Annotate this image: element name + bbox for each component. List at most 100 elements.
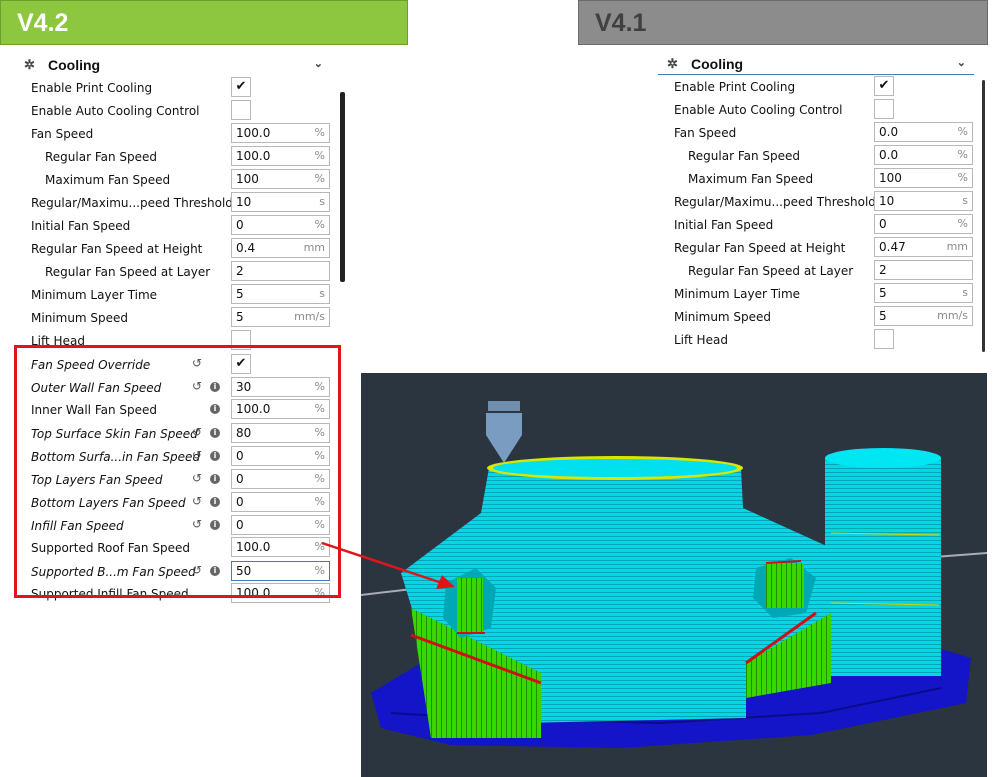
setting-row: Minimum Speed 5 mm/s	[674, 305, 973, 328]
setting-unit: %	[314, 172, 325, 185]
highlight-box	[14, 345, 341, 598]
setting-unit: mm/s	[937, 309, 968, 322]
setting-input[interactable]: 0.4 mm	[231, 238, 330, 258]
setting-input[interactable]: 5 mm/s	[874, 306, 973, 326]
setting-value: 0.47	[879, 240, 906, 254]
category-header-cooling[interactable]: ✲ Cooling ⌄	[15, 54, 331, 76]
setting-row: Minimum Layer Time 5 s	[31, 283, 330, 306]
setting-input[interactable]: 0%	[874, 214, 973, 234]
setting-unit: %	[957, 125, 968, 138]
setting-value: 100	[879, 171, 902, 185]
setting-row: Fan Speed 100.0%	[31, 122, 330, 145]
setting-row: Minimum Speed 5 mm/s	[31, 306, 330, 329]
setting-input[interactable]: 100.0%	[231, 123, 330, 143]
setting-label: Regular/Maximu...peed Threshold	[674, 194, 876, 209]
setting-value: 5	[879, 286, 887, 300]
setting-input[interactable]: 2	[231, 261, 330, 281]
setting-input[interactable]: 5s	[874, 283, 973, 303]
setting-unit: mm/s	[294, 310, 325, 323]
setting-input[interactable]: 100%	[231, 169, 330, 189]
setting-unit: %	[314, 149, 325, 162]
setting-label: Minimum Speed	[674, 309, 772, 324]
setting-row: Enable Auto Cooling Control	[31, 99, 330, 122]
setting-input[interactable]: 10 s	[231, 192, 330, 212]
setting-unit: %	[957, 217, 968, 230]
setting-row: Enable Print Cooling ✔	[674, 75, 973, 98]
setting-label: Regular Fan Speed at Height	[674, 240, 846, 255]
setting-value: 0.0	[879, 125, 899, 139]
setting-input[interactable]: 5s	[231, 284, 330, 304]
setting-row: Minimum Layer Time 5 s	[674, 282, 973, 305]
setting-label: Enable Print Cooling	[31, 80, 153, 95]
setting-checkbox[interactable]: ✔	[874, 76, 894, 96]
setting-unit: s	[319, 287, 325, 300]
setting-value: 100.0	[236, 126, 271, 140]
setting-unit: s	[962, 286, 968, 299]
setting-value: 2	[236, 264, 244, 278]
setting-label: Regular Fan Speed	[45, 149, 158, 164]
setting-unit: s	[962, 194, 968, 207]
setting-row: Regular Fan Speed 100.0%	[31, 145, 330, 168]
category-title: Cooling	[48, 57, 101, 73]
fan-icon: ✲	[24, 57, 35, 72]
setting-row: Maximum Fan Speed 100%	[674, 167, 973, 190]
setting-row: Regular Fan Speed at Layer 2	[674, 259, 973, 282]
setting-value: 100	[236, 172, 259, 186]
scrollbar[interactable]	[340, 92, 345, 282]
fan-icon: ✲	[667, 55, 678, 71]
setting-checkbox[interactable]	[231, 100, 251, 120]
setting-unit: s	[319, 195, 325, 208]
setting-checkbox[interactable]: ✔	[231, 77, 251, 97]
setting-row: Enable Print Cooling ✔	[31, 76, 330, 99]
setting-row: Initial Fan Speed 0%	[31, 214, 330, 237]
setting-label: Regular Fan Speed at Layer	[45, 264, 211, 279]
setting-input[interactable]: 0.0%	[874, 122, 973, 142]
setting-value: 0	[236, 218, 244, 232]
setting-label: Regular/Maximu...peed Threshold	[31, 195, 233, 210]
setting-label: Enable Print Cooling	[674, 79, 796, 94]
setting-label: Lift Head	[674, 332, 728, 347]
setting-row: Lift Head	[674, 328, 973, 351]
setting-value: 100.0	[236, 149, 271, 163]
scrollbar[interactable]	[982, 80, 985, 352]
setting-value: 0.0	[879, 148, 899, 162]
setting-row: Regular Fan Speed at Height 0.47 mm	[674, 236, 973, 259]
setting-row: Regular/Maximu...peed Threshold 10 s	[31, 191, 330, 214]
setting-unit: mm	[303, 241, 325, 254]
setting-input[interactable]: 0%	[231, 215, 330, 235]
setting-input[interactable]: 2	[874, 260, 973, 280]
chevron-down-icon[interactable]: ⌄	[957, 56, 966, 69]
setting-input[interactable]: 10 s	[874, 191, 973, 211]
setting-value: 2	[879, 263, 887, 277]
setting-input[interactable]: 5 mm/s	[231, 307, 330, 327]
setting-label: Initial Fan Speed	[674, 217, 774, 232]
setting-unit: %	[957, 171, 968, 184]
category-header-cooling[interactable]: ✲ Cooling ⌄	[658, 53, 974, 75]
setting-label: Regular Fan Speed at Height	[31, 241, 203, 256]
setting-checkbox[interactable]	[874, 329, 894, 349]
setting-label: Fan Speed	[674, 125, 737, 140]
version-banner-v42: V4.2	[0, 0, 408, 45]
version-banner-v41: V4.1	[578, 0, 988, 45]
setting-checkbox[interactable]	[874, 99, 894, 119]
category-title: Cooling	[691, 55, 744, 72]
setting-value: 10	[879, 194, 895, 208]
setting-label: Initial Fan Speed	[31, 218, 131, 233]
setting-row: Regular/Maximu...peed Threshold 10 s	[674, 190, 973, 213]
setting-value: 5	[879, 309, 887, 323]
setting-label: Regular Fan Speed at Layer	[688, 263, 854, 278]
setting-value: 5	[236, 287, 244, 301]
setting-input[interactable]: 100.0%	[231, 146, 330, 166]
setting-value: 0	[879, 217, 887, 231]
setting-unit: mm	[946, 240, 968, 253]
setting-input[interactable]: 0.0%	[874, 145, 973, 165]
setting-input[interactable]: 100%	[874, 168, 973, 188]
setting-row: Enable Auto Cooling Control	[674, 98, 973, 121]
chevron-down-icon[interactable]: ⌄	[314, 57, 323, 70]
setting-unit: %	[314, 218, 325, 231]
setting-label: Enable Auto Cooling Control	[31, 103, 200, 118]
setting-input[interactable]: 0.47 mm	[874, 237, 973, 257]
setting-row: Regular Fan Speed at Height 0.4 mm	[31, 237, 330, 260]
setting-label: Minimum Speed	[31, 310, 129, 325]
setting-label: Maximum Fan Speed	[45, 172, 171, 187]
